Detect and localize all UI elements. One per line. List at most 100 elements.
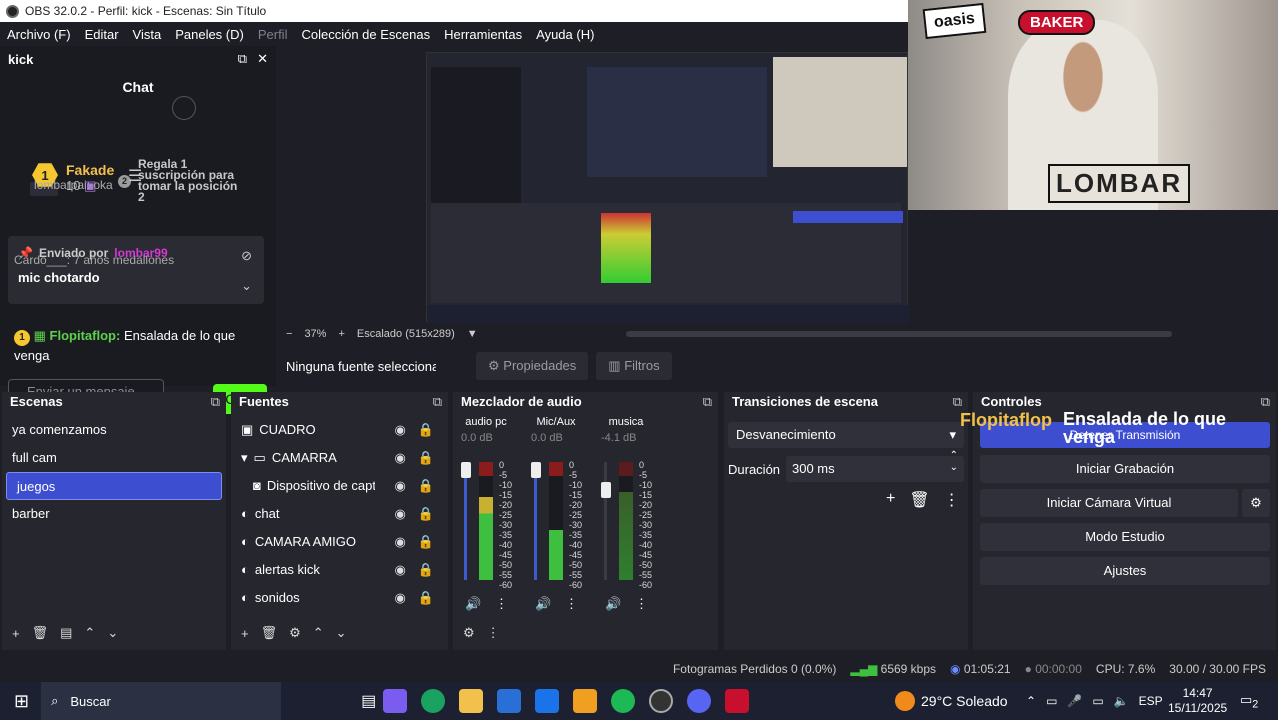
- transition-select[interactable]: Desvanecimiento ▾: [728, 422, 964, 448]
- fader-knob[interactable]: [461, 462, 471, 478]
- add-icon[interactable]: +: [886, 490, 895, 510]
- add-icon[interactable]: +: [12, 626, 20, 641]
- scene-item[interactable]: barber: [2, 500, 226, 528]
- zoom-out-button[interactable]: −: [286, 328, 292, 340]
- eye-icon[interactable]: ◉: [394, 528, 405, 556]
- scene-item[interactable]: ya comenzamos: [2, 416, 226, 444]
- mic-icon[interactable]: 🎤: [1067, 694, 1082, 708]
- fader-knob[interactable]: [531, 462, 541, 478]
- float-icon[interactable]: ⧉: [1261, 392, 1270, 412]
- move-up-icon[interactable]: ⌃: [84, 625, 95, 641]
- chrome-icon[interactable]: [421, 689, 446, 713]
- source-item[interactable]: ◙ Dispositivo de captu ◉ 🔒: [231, 472, 448, 500]
- duration-input[interactable]: 300 ms ⌃ ⌄: [786, 450, 964, 482]
- properties-button[interactable]: ⚙ Propiedades: [476, 352, 589, 380]
- float-icon[interactable]: ⧉: [238, 51, 247, 67]
- tray-app-icon[interactable]: ▭: [1046, 694, 1057, 708]
- trash-icon[interactable]: 🗑: [261, 625, 278, 641]
- source-item[interactable]: ▾ ▭ CAMARRA ◉ 🔒: [231, 444, 448, 472]
- add-icon[interactable]: +: [241, 626, 249, 641]
- move-down-icon[interactable]: ⌄: [107, 625, 118, 641]
- move-up-icon[interactable]: ⌃: [313, 625, 324, 641]
- scale-dropdown-icon[interactable]: ▼: [467, 328, 478, 340]
- voicemeeter-icon[interactable]: [725, 689, 750, 713]
- lock-icon[interactable]: 🔒: [418, 416, 434, 444]
- menu-perfil[interactable]: Perfil: [258, 27, 288, 42]
- mixer-settings-icon[interactable]: ⚙: [463, 625, 475, 641]
- network-icon[interactable]: ▭: [1092, 694, 1103, 708]
- fader-knob[interactable]: [601, 482, 611, 498]
- task-view-icon[interactable]: ▤: [361, 691, 376, 711]
- windows-start-icon[interactable]: ⊞: [14, 691, 29, 712]
- menu-paneles[interactable]: Paneles (D): [175, 27, 244, 42]
- settings-button[interactable]: Ajustes: [980, 557, 1270, 585]
- volume-fader[interactable]: [604, 462, 607, 580]
- menu-editar[interactable]: Editar: [85, 27, 119, 42]
- clock[interactable]: 14:47 15/11/2025: [1168, 686, 1227, 716]
- notification-icon[interactable]: ▭2: [1240, 692, 1258, 711]
- volume-icon[interactable]: 🔈: [1114, 694, 1129, 708]
- eye-icon[interactable]: ◉: [394, 472, 405, 500]
- volume-fader[interactable]: [534, 462, 537, 580]
- language[interactable]: ESP: [1139, 694, 1163, 708]
- menu-coleccion[interactable]: Colección de Escenas: [301, 27, 430, 42]
- trash-icon[interactable]: 🗑: [32, 625, 49, 641]
- move-down-icon[interactable]: ⌄: [336, 625, 347, 641]
- lock-icon[interactable]: 🔒: [418, 500, 434, 528]
- lock-icon[interactable]: 🔒: [418, 584, 434, 612]
- menu-archivo[interactable]: Archivo (F): [7, 27, 71, 42]
- lock-icon[interactable]: 🔒: [418, 472, 434, 500]
- eye-icon[interactable]: ◉: [394, 416, 405, 444]
- eye-icon[interactable]: ◉: [394, 444, 405, 472]
- more-icon[interactable]: ⋮: [565, 596, 578, 612]
- more-icon[interactable]: ⋮: [944, 490, 960, 510]
- stepper-icon[interactable]: ⌃ ⌄: [950, 450, 958, 474]
- source-item[interactable]: ▣ CUADRO ◉ 🔒: [231, 416, 448, 444]
- menu-ayuda[interactable]: Ayuda (H): [536, 27, 594, 42]
- store-icon[interactable]: [497, 689, 522, 713]
- volume-fader[interactable]: [464, 462, 467, 580]
- source-item[interactable]: ◐ chat ◉ 🔒: [231, 500, 448, 528]
- file-explorer-icon[interactable]: [459, 689, 484, 713]
- float-icon[interactable]: ⧉: [433, 392, 442, 412]
- spotify-icon[interactable]: [611, 689, 636, 713]
- weather-widget[interactable]: 29°C Soleado: [895, 682, 1008, 720]
- hide-eye-icon[interactable]: ⊘: [241, 248, 252, 264]
- eye-icon[interactable]: ◉: [394, 556, 405, 584]
- copilot-icon[interactable]: [383, 689, 408, 713]
- more-icon[interactable]: ⋮: [635, 596, 648, 612]
- speaker-icon[interactable]: 🔊: [605, 596, 621, 612]
- outlook-icon[interactable]: [535, 689, 560, 713]
- speaker-icon[interactable]: 🔊: [465, 596, 481, 612]
- start-virtual-camera-button[interactable]: Iniciar Cámara Virtual: [980, 489, 1238, 517]
- discord-icon[interactable]: [687, 689, 712, 713]
- lock-icon[interactable]: 🔒: [418, 444, 434, 472]
- eye-icon[interactable]: ◉: [394, 500, 405, 528]
- obs-icon[interactable]: [649, 689, 674, 713]
- virtual-camera-settings-icon[interactable]: ⚙: [1242, 489, 1270, 517]
- chevron-down-icon[interactable]: ⌄: [241, 278, 252, 294]
- chevron-down-icon[interactable]: ▾: [241, 444, 248, 472]
- scroll-down-icon[interactable]: ☰: [128, 166, 142, 186]
- close-icon[interactable]: ✕: [257, 51, 268, 67]
- source-item[interactable]: ◐ alertas kick ◉ 🔒: [231, 556, 448, 584]
- filters-button[interactable]: ▥ Filtros: [596, 352, 672, 380]
- scene-item[interactable]: full cam: [2, 444, 226, 472]
- zoom-in-button[interactable]: +: [338, 328, 344, 340]
- eye-icon[interactable]: ◉: [394, 584, 405, 612]
- gear-icon[interactable]: ⚙: [289, 625, 301, 641]
- trash-icon[interactable]: 🗑: [909, 490, 929, 510]
- more-icon[interactable]: ⋮: [495, 596, 508, 612]
- app-icon[interactable]: [573, 689, 598, 713]
- source-item[interactable]: ◐ CAMARA AMIGO ◉ 🔒: [231, 528, 448, 556]
- taskbar-search[interactable]: ⌕ Buscar: [41, 682, 282, 720]
- start-recording-button[interactable]: Iniciar Grabación: [980, 455, 1270, 483]
- float-icon[interactable]: ⧉: [211, 392, 220, 412]
- float-icon[interactable]: ⧉: [953, 392, 962, 412]
- lock-icon[interactable]: 🔒: [418, 556, 434, 584]
- float-icon[interactable]: ⧉: [703, 392, 712, 412]
- lock-icon[interactable]: 🔒: [418, 528, 434, 556]
- scene-item-selected[interactable]: juegos: [6, 472, 222, 500]
- preview-scrollbar[interactable]: [626, 331, 1172, 337]
- speaker-icon[interactable]: 🔊: [535, 596, 551, 612]
